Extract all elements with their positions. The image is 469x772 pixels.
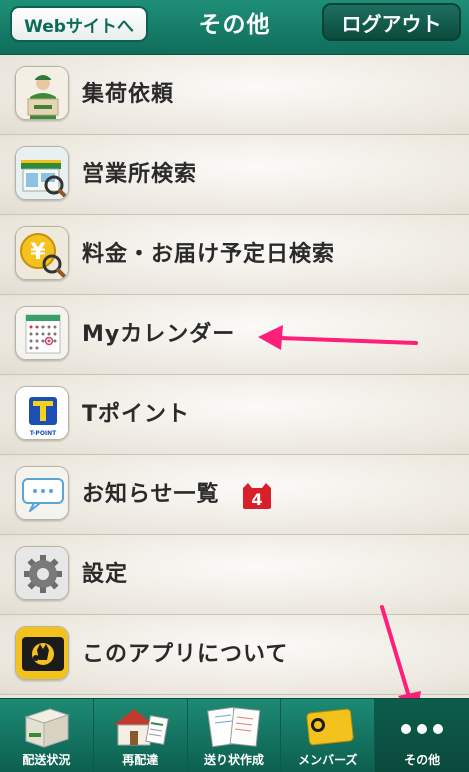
calendar-icon <box>15 306 69 360</box>
menu-list: 集荷依頼 営業所検索 ¥ 料金・お届け予定日検索 Myカレンダー T-POINT… <box>0 55 469 695</box>
black-cat-logo-icon <box>15 626 69 680</box>
tab-bar: 配送状況 再配達 送り状作成 メンバーズ その他 <box>0 698 469 772</box>
logout-button[interactable]: ログアウト <box>322 3 461 41</box>
tab-members[interactable]: メンバーズ <box>281 699 376 772</box>
more-dots-icon <box>401 724 444 734</box>
menu-item-label: 設定 <box>82 562 129 587</box>
menu-item-notices[interactable]: お知らせ一覧 4 <box>0 455 469 535</box>
tab-create-waybill[interactable]: 送り状作成 <box>188 699 282 772</box>
tab-label: 再配達 <box>122 753 159 767</box>
tab-delivery-status[interactable]: 配送状況 <box>0 699 94 772</box>
yen-search-icon: ¥ <box>15 226 69 280</box>
tab-label: 配送状況 <box>22 753 71 767</box>
menu-item-label: 料金・お届け予定日検索 <box>82 242 336 267</box>
svg-text:T-POINT: T-POINT <box>30 430 57 437</box>
badge-count: 4 <box>251 490 262 509</box>
delivery-person-icon <box>15 66 69 120</box>
gear-icon <box>15 546 69 600</box>
menu-item-office-search[interactable]: 営業所検索 <box>0 135 469 215</box>
menu-item-label: 営業所検索 <box>82 162 198 187</box>
menu-item-label: お知らせ一覧 <box>82 482 220 507</box>
speech-bubble-icon <box>15 466 69 520</box>
tab-label: メンバーズ <box>298 753 358 767</box>
tab-other[interactable]: その他 <box>375 699 469 772</box>
waybill-icon <box>207 706 261 748</box>
menu-item-t-point[interactable]: T-POINT Tポイント <box>0 375 469 455</box>
store-search-icon <box>15 146 69 200</box>
menu-item-label: Tポイント <box>82 402 191 427</box>
notification-badge: 4 <box>240 482 274 510</box>
menu-item-pickup-request[interactable]: 集荷依頼 <box>0 55 469 135</box>
menu-item-about-app[interactable]: このアプリについて <box>0 615 469 695</box>
tab-label: 送り状作成 <box>203 753 264 767</box>
website-button[interactable]: Webサイトへ <box>10 6 148 42</box>
menu-item-settings[interactable]: 設定 <box>0 535 469 615</box>
tab-label: その他 <box>404 753 441 767</box>
tab-redelivery[interactable]: 再配達 <box>94 699 188 772</box>
top-bar: Webサイトへ その他 ログアウト <box>0 0 469 55</box>
menu-item-label: このアプリについて <box>82 642 289 667</box>
package-icon <box>24 708 70 748</box>
house-icon <box>114 709 169 746</box>
menu-item-my-calendar[interactable]: Myカレンダー <box>0 295 469 375</box>
menu-item-label: Myカレンダー <box>82 322 236 347</box>
menu-item-label: 集荷依頼 <box>82 82 175 107</box>
t-point-icon: T-POINT <box>15 386 69 440</box>
menu-item-fee-search[interactable]: ¥ 料金・お届け予定日検索 <box>0 215 469 295</box>
member-card-icon <box>306 708 354 746</box>
